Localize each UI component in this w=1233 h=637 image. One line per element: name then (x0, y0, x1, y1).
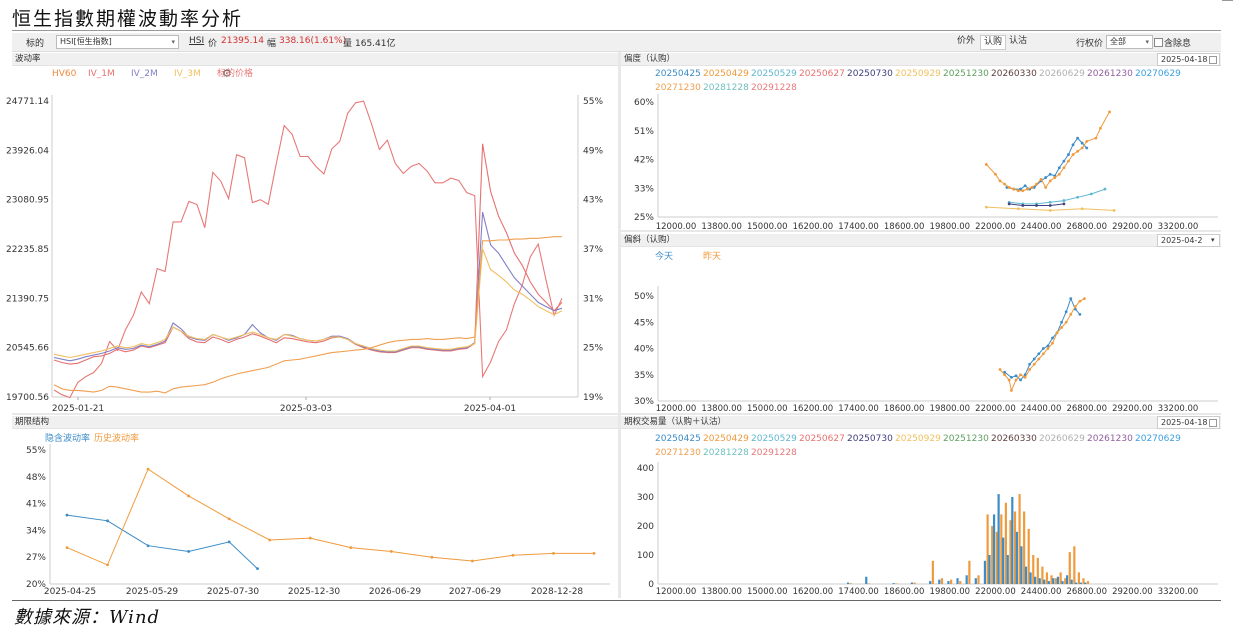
volume-bar-call (1075, 582, 1078, 584)
volume-bar-call (992, 514, 996, 584)
volume-bar-call (1011, 497, 1014, 584)
y-tick-label: 0 (648, 580, 654, 590)
legend-entry: 20261230 (1087, 434, 1133, 444)
volume-bar-call (865, 576, 868, 584)
legend-entry: 20250627 (799, 434, 845, 444)
volume-bar-put (895, 583, 898, 584)
y-tick-label: 300 (637, 493, 654, 503)
legend-entry: 20260330 (991, 434, 1037, 444)
y-tick-label: 400 (637, 464, 654, 474)
oi-chart: 20250425 20250429 20250529 20250627 20250730… (637, 434, 1218, 597)
volume-bar-call (1056, 576, 1060, 584)
volume-bar-put (959, 581, 962, 584)
x-tick-label: 15000.00 (747, 587, 788, 597)
x-tick-label: 33200.00 (1158, 587, 1199, 597)
volume-bar-put (968, 560, 971, 584)
volume-bar-call (965, 575, 968, 584)
volume-bar-put (1073, 546, 1076, 584)
x-tick-label: 18600.00 (884, 587, 925, 597)
volume-bar-call (974, 578, 977, 584)
volume-bar-call (1052, 578, 1055, 584)
volume-bar-put (849, 583, 852, 584)
legend-entry: 20250929 (895, 434, 941, 444)
legend-entry: 20281228 (703, 448, 749, 458)
x-tick-label: 29200.00 (1112, 587, 1153, 597)
volume-bar-call (1020, 546, 1023, 584)
volume-bar-call (1006, 555, 1009, 584)
volume-bar-call (1061, 581, 1064, 584)
volume-bar-call (1065, 575, 1069, 584)
legend-entry: 20250429 (703, 434, 749, 444)
x-tick-label: 22000.00 (975, 587, 1016, 597)
volume-bar-call (1038, 578, 1041, 584)
volume-bar-call (938, 579, 941, 584)
volume-bar-call (1079, 582, 1082, 584)
x-tick-label: 13800.00 (701, 587, 742, 597)
volume-bar-put (940, 578, 944, 584)
volume-bar-call (1002, 537, 1005, 584)
volume-bar-call (956, 578, 959, 584)
volume-bar-put (931, 560, 934, 584)
legend-entry: 20250529 (751, 434, 797, 444)
x-tick-label: 26800.00 (1066, 587, 1107, 597)
volume-bar-call (892, 583, 895, 584)
volume-bar-put (977, 575, 980, 584)
legend-entry: 20271230 (655, 448, 701, 458)
volume-bar-call (910, 582, 914, 584)
volume-bar-put (913, 582, 916, 584)
volume-bar-call (1034, 576, 1037, 584)
volume-bar-call (947, 581, 950, 584)
volume-bar-call (1024, 566, 1028, 584)
volume-bar-call (1015, 531, 1018, 584)
volume-bar-call (929, 581, 932, 584)
volume-bar-call (1029, 572, 1032, 584)
x-tick-label: 24400.00 (1021, 587, 1062, 597)
volume-bar-put (1077, 572, 1080, 584)
volume-bar-put (1068, 552, 1071, 584)
y-tick-label: 200 (637, 522, 654, 532)
x-tick-label: 17400.00 (838, 587, 879, 597)
legend-entry: 20250425 (655, 434, 701, 444)
source-note: 數據來源：Wind (14, 607, 161, 628)
x-tick-label: 12000.00 (656, 587, 697, 597)
volume-bar-put (1086, 581, 1090, 584)
source-rule (12, 600, 1221, 601)
x-tick-label: 19800.00 (930, 587, 971, 597)
volume-bar-call (983, 560, 987, 584)
volume-bar-call (997, 494, 1000, 584)
y-tick-label: 100 (637, 551, 654, 561)
volume-bar-put (950, 579, 953, 584)
volume-bar-call (1070, 579, 1073, 584)
legend-entry: 20270629 (1135, 434, 1181, 444)
x-tick-label: 16200.00 (793, 587, 834, 597)
legend-entry: 20291228 (751, 448, 797, 458)
volume-bar-call (1047, 581, 1050, 584)
legend-entry: 20251230 (943, 434, 989, 444)
legend-entry: 20260629 (1039, 434, 1085, 444)
volume-bar-call (988, 555, 991, 584)
volume-bar-call (1043, 579, 1046, 584)
legend-entry: 20250730 (847, 434, 893, 444)
volume-bar-put (867, 583, 871, 584)
volume-bar-call (1084, 582, 1087, 584)
volume-bar-call (846, 582, 850, 584)
